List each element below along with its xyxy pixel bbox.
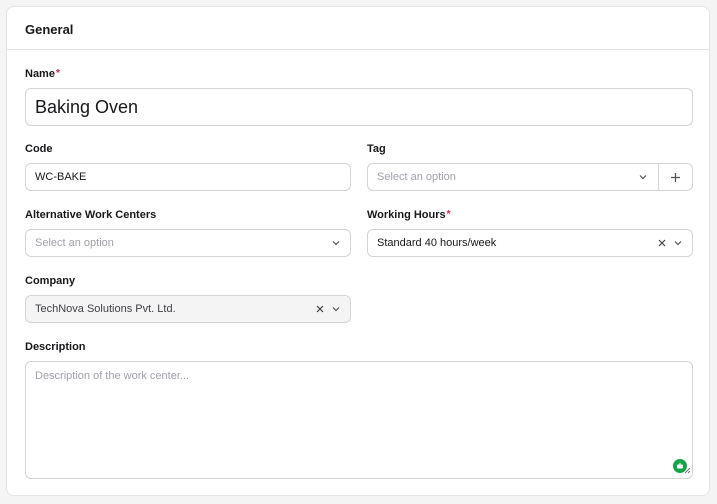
plus-icon [670, 172, 681, 183]
required-mark: * [446, 209, 451, 220]
code-input[interactable]: WC-BAKE [25, 163, 351, 191]
chevron-down-icon[interactable] [673, 238, 683, 248]
add-tag-button[interactable] [658, 164, 692, 190]
alt-work-centers-placeholder: Select an option [35, 237, 114, 249]
working-hours-label: Working Hours* [367, 209, 451, 221]
general-section-card: General Name* Baking Oven Code WC-BAKE T… [6, 6, 710, 496]
description-placeholder: Description of the work center... [35, 370, 190, 382]
section-header: General [7, 7, 709, 50]
alt-work-centers-label: Alternative Work Centers [25, 209, 157, 221]
name-field: Name* Baking Oven [25, 68, 693, 128]
description-field: Description Description of the work cent… [25, 341, 693, 481]
clear-icon[interactable] [657, 238, 667, 248]
chevron-down-icon[interactable] [331, 238, 341, 248]
code-label: Code [25, 143, 53, 155]
resize-handle-icon[interactable] [684, 465, 691, 477]
section-title: General [25, 22, 74, 37]
code-field: Code WC-BAKE [25, 143, 351, 193]
company-label: Company [25, 275, 76, 287]
chevron-down-icon[interactable] [638, 172, 648, 182]
required-mark: * [55, 68, 60, 79]
code-value: WC-BAKE [35, 171, 87, 183]
description-label: Description [25, 341, 86, 353]
name-input[interactable]: Baking Oven [25, 88, 693, 126]
alt-work-centers-select[interactable]: Select an option [25, 229, 351, 257]
clear-icon[interactable] [315, 304, 325, 314]
working-hours-field: Working Hours* Standard 40 hours/week [367, 209, 693, 259]
description-textarea[interactable]: Description of the work center... [25, 361, 693, 479]
company-value: TechNova Solutions Pvt. Ltd. [35, 303, 176, 315]
working-hours-select[interactable]: Standard 40 hours/week [367, 229, 693, 257]
working-hours-value: Standard 40 hours/week [377, 237, 497, 249]
tag-select[interactable]: Select an option [367, 163, 693, 191]
name-label: Name* [25, 68, 60, 80]
chevron-down-icon[interactable] [331, 304, 341, 314]
alt-work-centers-field: Alternative Work Centers Select an optio… [25, 209, 351, 259]
tag-field: Tag Select an option [367, 143, 693, 193]
tag-label: Tag [367, 143, 386, 155]
company-select[interactable]: TechNova Solutions Pvt. Ltd. [25, 295, 351, 323]
name-value: Baking Oven [35, 96, 139, 117]
tag-placeholder: Select an option [377, 171, 456, 183]
company-field: Company TechNova Solutions Pvt. Ltd. [25, 275, 351, 325]
